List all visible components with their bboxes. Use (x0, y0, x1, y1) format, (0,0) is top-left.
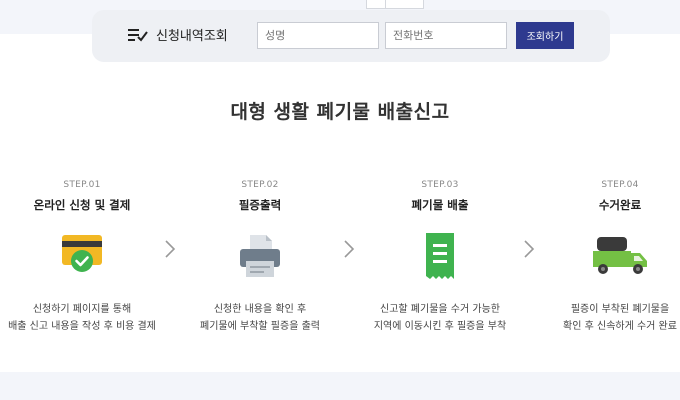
step-title: 폐기물 배출 (411, 198, 469, 212)
step-title: 필증출력 (238, 198, 282, 212)
receipt-icon (426, 233, 454, 279)
step-title: 온라인 신청 및 결제 (33, 198, 131, 212)
step-number: STEP.04 (601, 180, 639, 190)
step-desc-line: 신청한 내용을 확인 후 (213, 304, 307, 315)
name-input[interactable] (257, 22, 379, 49)
step-2: STEP.02 필증출력 신청한 내용을 확인 후 폐기물에 부착할 필증을 출… (175, 180, 345, 335)
search-button[interactable]: 조회하기 (516, 22, 574, 49)
truck-icon (593, 237, 647, 274)
step-description: 신청하기 페이지를 통해 배출 신고 내용을 작성 후 비용 결제 (0, 301, 167, 335)
checklist-icon (128, 28, 148, 42)
step-desc-line: 지역에 이동시킨 후 필증을 부착 (373, 321, 507, 332)
step-4: STEP.04 수거완료 필증이 부착된 폐기물을 확인 후 신속하게 수거 완… (535, 180, 680, 335)
printer-icon (240, 235, 280, 277)
top-tab-strip (366, 0, 424, 9)
step-number: STEP.01 (63, 180, 101, 190)
step-desc-line: 확인 후 신속하게 수거 완료 (563, 321, 677, 332)
chevron-right-icon (524, 240, 535, 258)
step-description: 신고할 폐기물을 수거 가능한 지역에 이동시킨 후 필증을 부착 (355, 301, 525, 335)
step-desc-line: 신고할 폐기물을 수거 가능한 (380, 304, 500, 315)
search-title: 신청내역조회 (128, 25, 228, 44)
search-title-label: 신청내역조회 (156, 29, 228, 44)
step-number: STEP.03 (421, 180, 459, 190)
step-title: 수거완료 (598, 198, 642, 212)
step-description: 신청한 내용을 확인 후 폐기물에 부착할 필증을 출력 (175, 301, 345, 335)
page-title: 대형 생활 폐기물 배출신고 (230, 101, 450, 123)
step-desc-line: 신청하기 페이지를 통해 (32, 304, 132, 315)
card-check-icon (62, 235, 102, 272)
bottom-band (0, 372, 680, 400)
step-number: STEP.02 (241, 180, 279, 190)
step-1: STEP.01 온라인 신청 및 결제 신청하기 페이지를 통해 배출 신고 내… (0, 180, 167, 335)
search-panel: 신청내역조회 조회하기 (92, 10, 610, 62)
step-3: STEP.03 폐기물 배출 신고할 폐기물을 수거 가능한 지역에 이동시킨 … (355, 180, 525, 335)
phone-input[interactable] (385, 22, 507, 49)
step-desc-line: 폐기물에 부착할 필증을 출력 (200, 321, 320, 332)
step-description: 필증이 부착된 폐기물을 확인 후 신속하게 수거 완료 (535, 301, 680, 335)
step-desc-line: 필증이 부착된 폐기물을 (570, 304, 670, 315)
step-desc-line: 배출 신고 내용을 작성 후 비용 결제 (8, 321, 156, 332)
chevron-right-icon (344, 240, 355, 258)
